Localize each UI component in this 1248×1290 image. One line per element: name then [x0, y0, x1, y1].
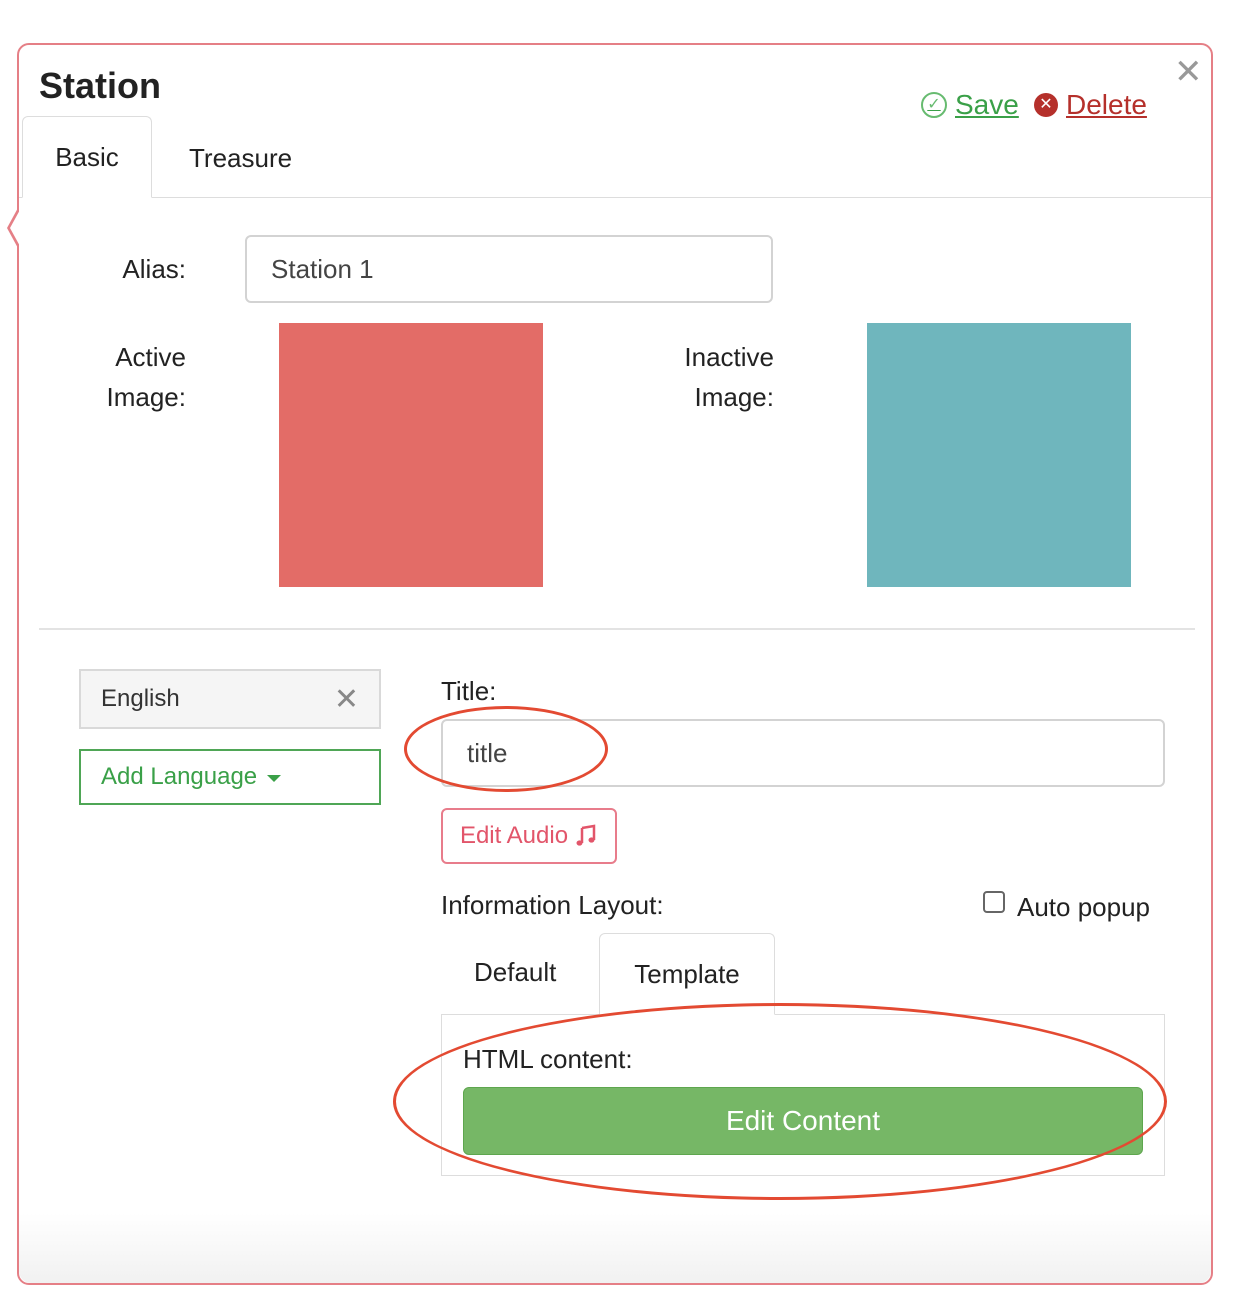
popup-footer-fade: [19, 1213, 1211, 1283]
tab-treasure-label: Treasure: [189, 143, 293, 173]
save-label: Save: [955, 89, 1019, 120]
tab-template-label: Template: [634, 958, 740, 989]
close-icon[interactable]: ✕: [1174, 55, 1203, 89]
delete-button[interactable]: ✕ Delete: [1034, 89, 1147, 121]
dialog-title: Station: [39, 65, 161, 106]
inactive-image-label-line1: Inactive: [684, 342, 774, 372]
edit-content-label: Edit Content: [725, 1105, 881, 1136]
edit-content-button[interactable]: Edit Content: [463, 1087, 1143, 1155]
inactive-image-label-line2: Image:: [694, 382, 775, 412]
tab-treasure[interactable]: Treasure: [189, 143, 292, 174]
title-input[interactable]: [441, 719, 1165, 787]
remove-language-icon[interactable]: ✕: [334, 682, 359, 717]
information-layout-label: Information Layout:: [441, 890, 664, 920]
edit-audio-button[interactable]: Edit Audio: [441, 808, 617, 864]
auto-popup-label: Auto popup: [1017, 892, 1151, 922]
edit-audio-label: Edit Audio: [459, 822, 569, 849]
alias-input[interactable]: [245, 235, 773, 303]
section-divider: [39, 628, 1195, 630]
active-image-label-line2: Image:: [106, 382, 187, 412]
tab-basic-label: Basic: [55, 141, 119, 172]
active-image-swatch[interactable]: [279, 323, 543, 587]
remove-circle-icon: ✕: [1034, 93, 1058, 117]
caret-down-icon: [267, 775, 282, 782]
delete-label: Delete: [1066, 89, 1147, 120]
active-image-label-line1: Active: [115, 342, 186, 372]
popup-pointer-fill: [10, 208, 21, 248]
add-language-label: Add Language: [101, 763, 258, 790]
tab-default[interactable]: Default: [474, 957, 556, 988]
check-circle-icon: ✓: [921, 92, 947, 118]
tabs-divider: [19, 197, 1211, 198]
tab-default-label: Default: [474, 957, 557, 987]
tab-template[interactable]: Template: [599, 933, 775, 1015]
auto-popup-checkbox[interactable]: [983, 891, 1005, 913]
active-image-label: Active Image:: [59, 337, 187, 417]
inactive-image-swatch[interactable]: [867, 323, 1131, 587]
title-label: Title:: [441, 676, 497, 706]
save-button[interactable]: ✓ Save: [921, 89, 1019, 121]
station-popup: Station ✕ ✓ Save ✕ Delete Basic Treasure…: [7, 43, 1213, 1285]
music-note-icon: [576, 824, 596, 846]
alias-label: Alias:: [122, 254, 186, 284]
tab-basic[interactable]: Basic: [22, 116, 152, 198]
inactive-image-label: Inactive Image:: [619, 337, 774, 417]
html-content-label: HTML content:: [463, 1044, 633, 1074]
language-label: English: [101, 685, 180, 712]
add-language-button[interactable]: Add Language: [79, 749, 381, 805]
language-item-english[interactable]: English ✕: [79, 669, 381, 729]
